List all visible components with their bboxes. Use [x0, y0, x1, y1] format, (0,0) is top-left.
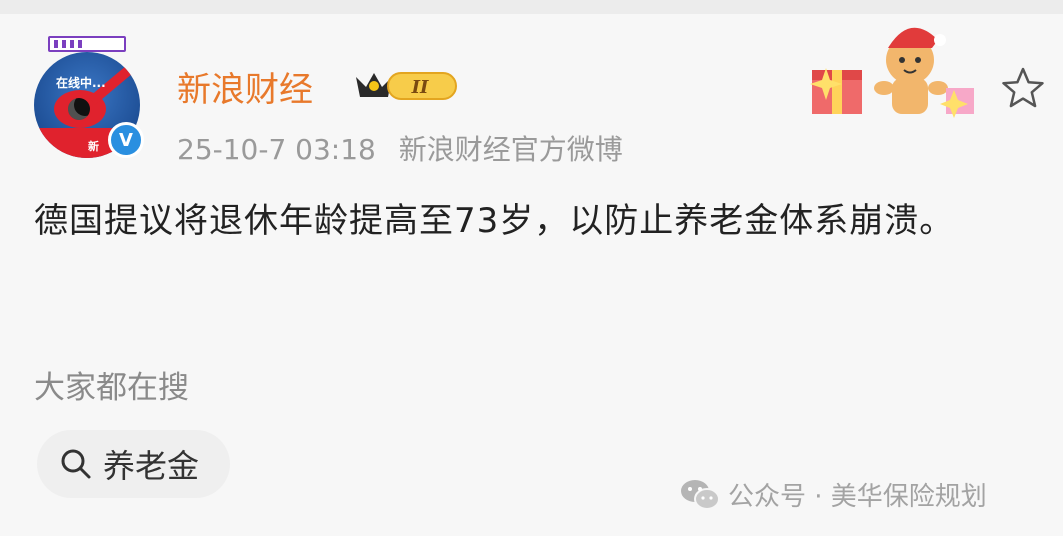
search-icon [61, 449, 91, 479]
search-chip[interactable]: 养老金 [37, 430, 230, 498]
avatar-container[interactable]: 在线中... 新 V [34, 30, 144, 160]
post-timestamp: 25-10-7 03:18 [177, 133, 376, 166]
watermark-text: 公众号 · 美华保险规划 [728, 482, 987, 512]
username[interactable]: 新浪财经 [177, 62, 313, 111]
avatar-mark: 新 [88, 140, 99, 153]
verified-icon: V [108, 122, 144, 158]
watermark: 公众号 · 美华保险规划 [680, 476, 987, 513]
post-source: 新浪财经官方微博 [398, 133, 623, 166]
level-badge-text: II [411, 77, 429, 98]
crown-badge-icon: II [356, 72, 457, 100]
live-bar-icon [48, 36, 126, 52]
search-chip-label: 养老金 [103, 447, 200, 485]
top-bar [0, 0, 1063, 14]
star-icon[interactable] [999, 64, 1047, 112]
post-meta: 25-10-7 03:18 新浪财经官方微博 [177, 128, 623, 168]
post-content: 德国提议将退休年龄提高至73岁，以防止养老金体系崩溃。 [34, 201, 955, 241]
related-search-title: 大家都在搜 [34, 370, 189, 406]
wechat-icon [681, 479, 720, 510]
live-status-text: 在线中... [56, 76, 106, 90]
gingerbread-decoration-icon [810, 27, 974, 118]
